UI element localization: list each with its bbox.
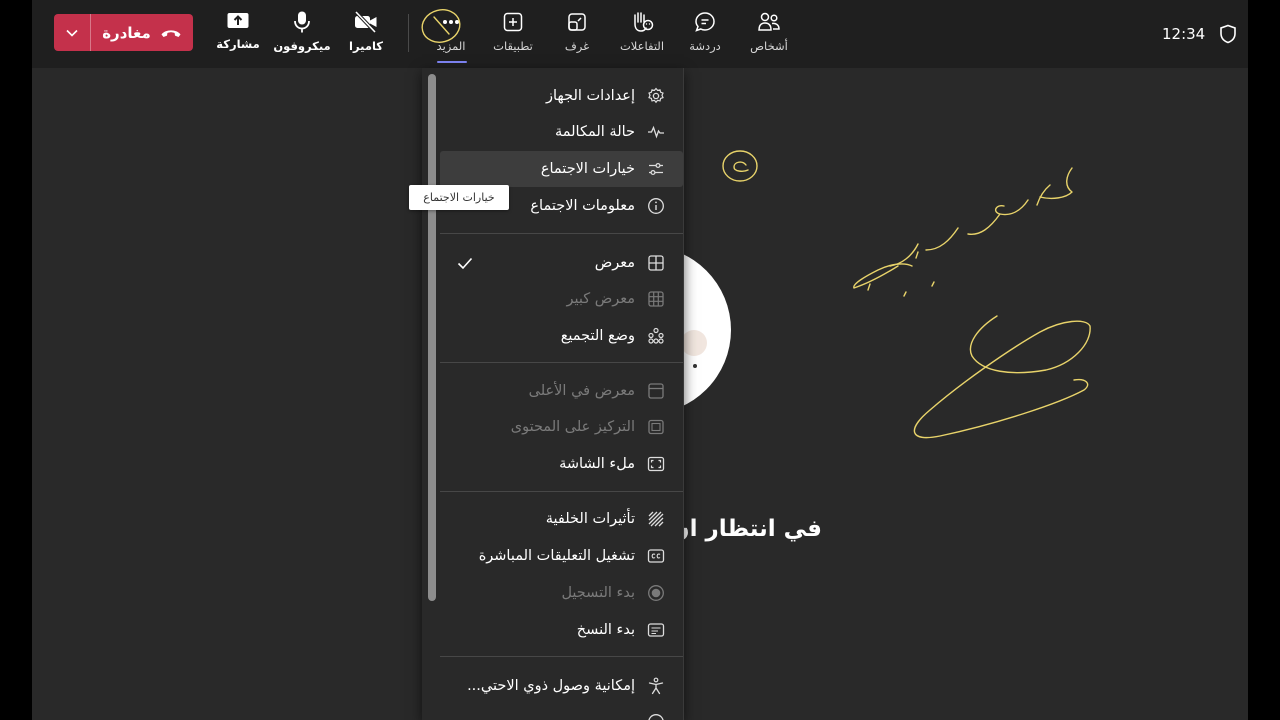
mic-button[interactable]: ميكروفون: [273, 10, 331, 60]
menu-item-accessibility[interactable]: إمكانية وصول ذوي الاحتي...: [440, 668, 683, 704]
gear-icon: [647, 87, 665, 105]
apps-label: تطبيقات: [493, 39, 533, 53]
menu-item-label: معلومات الاجتماع: [530, 198, 635, 214]
mic-label: ميكروفون: [273, 39, 331, 53]
menu-item-label: تشغيل التعليقات المباشرة: [478, 548, 635, 564]
large-grid-icon: [647, 290, 665, 308]
menu-divider: [440, 491, 683, 492]
fullscreen-icon: [647, 455, 665, 473]
menu-item-label: تأثيرات الخلفية: [545, 511, 635, 527]
raise-hand-icon: [634, 12, 654, 32]
info-icon: [647, 197, 665, 215]
camera-off-icon: [354, 10, 377, 34]
menu-item-together-mode[interactable]: وضع التجميع: [440, 318, 683, 354]
breakout-rooms-icon: [568, 13, 586, 31]
reactions-label: التفاعلات: [619, 39, 665, 53]
reactions-button[interactable]: التفاعلات: [614, 10, 670, 60]
record-icon: [647, 584, 665, 602]
menu-item-start-transcription[interactable]: بدء النسخ: [440, 612, 683, 648]
menu-item-label: إعدادات الجهاز: [546, 88, 635, 104]
menu-item-label: معرض: [594, 255, 635, 271]
menu-item-label: إمكانية وصول ذوي الاحتي...: [467, 678, 635, 694]
people-label: أشخاص: [750, 39, 788, 53]
menu-divider: [440, 233, 683, 234]
checkmark-icon: [457, 257, 473, 270]
accessibility-icon: [647, 677, 665, 695]
microphone-icon: [294, 11, 310, 33]
shield-icon[interactable]: [1219, 24, 1237, 44]
menu-item-focus-content: التركيز على المحتوى: [440, 409, 683, 445]
toolbar-divider: [408, 14, 409, 52]
menu-item-label: التركيز على المحتوى: [510, 419, 635, 435]
transcript-icon: [647, 621, 665, 639]
menu-item-label: وضع التجميع: [560, 328, 635, 344]
menu-item-label: بدء التسجيل: [561, 585, 635, 601]
teams-meeting-window: مغادرة مشاركة ميكروفون كاميرا المزيد تطب…: [32, 0, 1248, 720]
menu-item-label: معرض كبير: [566, 291, 635, 307]
menu-item-label: خيارات الاجتماع: [540, 161, 635, 177]
meeting-timer: 12:34: [1162, 25, 1206, 43]
more-label: المزيد: [436, 39, 466, 53]
apps-button[interactable]: تطبيقات: [490, 10, 536, 60]
share-screen-icon: [227, 13, 249, 28]
camera-button[interactable]: كاميرا: [346, 10, 386, 60]
menu-item-label: بدء النسخ: [576, 622, 635, 638]
pulse-icon: [647, 123, 665, 141]
background-effects-icon: [647, 510, 665, 528]
leave-button[interactable]: مغادرة: [54, 14, 193, 51]
apps-icon: [503, 12, 523, 32]
share-label: مشاركة: [216, 37, 260, 51]
menu-item-meeting-options[interactable]: خيارات الاجتماع: [440, 151, 683, 187]
rooms-button[interactable]: غرف: [559, 10, 595, 60]
camera-label: كاميرا: [349, 39, 383, 53]
captions-icon: [647, 547, 665, 565]
active-tab-indicator: [437, 61, 467, 63]
menu-divider: [440, 656, 683, 657]
share-button[interactable]: مشاركة: [216, 10, 260, 60]
rooms-label: غرف: [564, 39, 590, 53]
grid-icon: [647, 254, 665, 272]
menu-item-live-captions[interactable]: تشغيل التعليقات المباشرة: [440, 538, 683, 574]
menu-item-label: ملء الشاشة: [559, 456, 635, 472]
menu-item-start-recording: بدء التسجيل: [440, 575, 683, 611]
chat-icon: [695, 12, 715, 32]
sliders-icon: [647, 160, 665, 178]
meeting-toolbar: مغادرة مشاركة ميكروفون كاميرا المزيد تطب…: [32, 0, 1248, 68]
leave-options-dropdown[interactable]: [54, 14, 91, 51]
hang-up-icon: [161, 29, 181, 37]
chat-button[interactable]: دردشة: [685, 10, 725, 60]
chevron-down-icon: [66, 29, 78, 37]
leave-label: مغادرة: [102, 23, 151, 42]
people-icon: [758, 12, 780, 31]
menu-item-call-health[interactable]: حالة المكالمة: [440, 114, 683, 150]
more-options-menu: إعدادات الجهاز حالة المكالمة خيارات الاج…: [422, 68, 684, 720]
avatar-photo: [681, 330, 707, 356]
menu-item-gallery-top: معرض في الأعلى: [440, 373, 683, 409]
menu-item-device-settings[interactable]: إعدادات الجهاز: [440, 78, 683, 114]
leave-main[interactable]: مغادرة: [91, 14, 193, 51]
menu-scrollbar[interactable]: [428, 74, 436, 601]
menu-item-background-effects[interactable]: تأثيرات الخلفية: [440, 501, 683, 537]
menu-item-icon: [647, 713, 665, 720]
people-button[interactable]: أشخاص: [747, 10, 791, 60]
gallery-top-icon: [647, 382, 665, 400]
more-options-icon: [443, 20, 459, 24]
menu-item-full-screen[interactable]: ملء الشاشة: [440, 446, 683, 482]
meeting-options-tooltip: خيارات الاجتماع: [409, 185, 509, 210]
menu-item-label: حالة المكالمة: [554, 124, 635, 140]
menu-item-partial[interactable]: [440, 704, 683, 720]
menu-item-label: معرض في الأعلى: [528, 383, 635, 399]
avatar-detail: [693, 364, 697, 368]
menu-item-large-gallery: معرض كبير: [440, 281, 683, 317]
together-mode-icon: [647, 327, 665, 345]
menu-item-gallery[interactable]: معرض: [440, 245, 683, 281]
chat-label: دردشة: [689, 39, 721, 53]
focus-content-icon: [647, 418, 665, 436]
menu-divider: [440, 362, 683, 363]
more-button[interactable]: المزيد: [429, 10, 473, 60]
